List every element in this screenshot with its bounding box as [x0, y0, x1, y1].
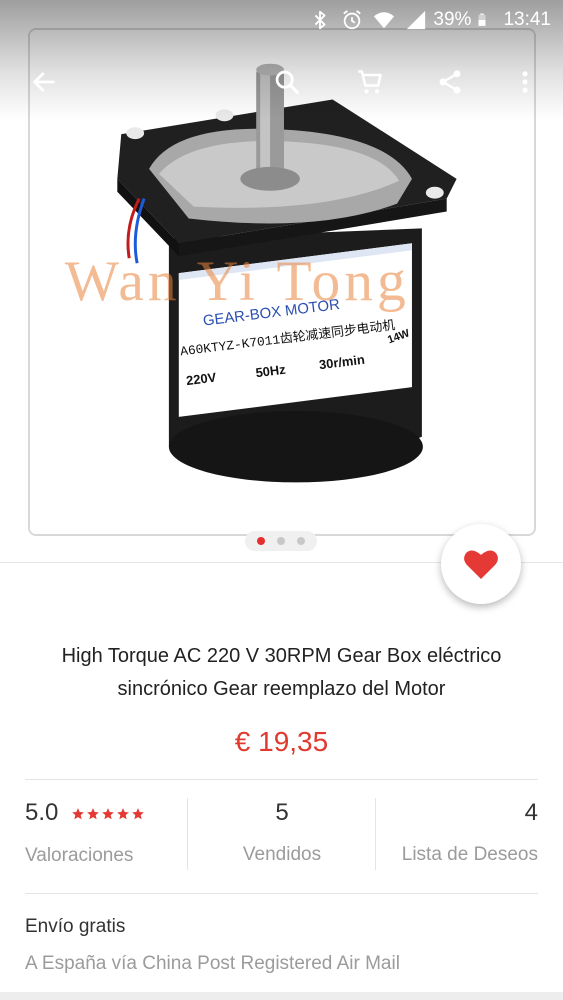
- divider-top: [25, 779, 538, 780]
- status-bar: 39% 13:41: [0, 0, 563, 40]
- star-icon: [117, 807, 129, 819]
- rating-stat[interactable]: 5.0 Valoraciones: [25, 798, 146, 876]
- alarm-icon: [343, 10, 362, 30]
- sold-value: 5: [275, 799, 289, 826]
- watermark-text: Wan Yi Tong: [65, 250, 410, 313]
- more-options-button[interactable]: [501, 58, 549, 106]
- battery-percent: 39%: [433, 9, 472, 30]
- product-title: High Torque AC 220 V 30RPM Gear Box eléc…: [61, 645, 502, 700]
- cart-icon: [358, 70, 382, 94]
- shipping-detail[interactable]: A España vía China Post Registered Air M…: [25, 953, 400, 975]
- cart-button[interactable]: [346, 58, 394, 106]
- wishlist-count: 4: [524, 799, 538, 826]
- wifi-icon: [374, 12, 395, 29]
- share-button[interactable]: [426, 58, 474, 106]
- search-button[interactable]: [263, 58, 311, 106]
- sold-label: Vendidos: [242, 844, 322, 865]
- clock: 13:41: [503, 9, 551, 30]
- search-icon: [275, 70, 300, 95]
- star-icon: [87, 807, 99, 819]
- divider-bottom: [25, 893, 538, 894]
- share-icon: [439, 70, 461, 94]
- star-icon: [102, 807, 114, 819]
- product-stats: 5.0 Valoraciones 5 Vendidos 4 Lista de D…: [0, 798, 563, 876]
- star-icon: [132, 807, 144, 819]
- back-button[interactable]: [20, 58, 68, 106]
- arrow-left-icon: [32, 72, 55, 92]
- sold-stat: 5 Vendidos: [188, 798, 376, 876]
- bottom-divider: [0, 992, 563, 1000]
- star-rating: [71, 799, 146, 829]
- heart-icon: [464, 550, 498, 579]
- toolbar: [0, 58, 563, 106]
- product-price: € 19,35: [234, 726, 329, 757]
- wishlist-button[interactable]: [441, 524, 521, 604]
- star-icon: [72, 807, 84, 819]
- battery-icon: [478, 13, 486, 26]
- pager-dot-1[interactable]: [257, 537, 265, 545]
- wishlist-stat: 4 Lista de Deseos: [376, 798, 538, 876]
- shipping-title[interactable]: Envío gratis: [25, 916, 125, 938]
- more-vertical-icon: [522, 71, 528, 93]
- wishlist-label: Lista de Deseos: [401, 844, 538, 865]
- rating-value: 5.0: [25, 799, 59, 826]
- gallery-pager[interactable]: [245, 531, 317, 551]
- rating-label: Valoraciones: [25, 844, 134, 866]
- signal-icon: [407, 10, 426, 30]
- pager-dot-3[interactable]: [297, 537, 305, 545]
- bluetooth-icon: [315, 10, 326, 30]
- pager-dot-2[interactable]: [277, 537, 285, 545]
